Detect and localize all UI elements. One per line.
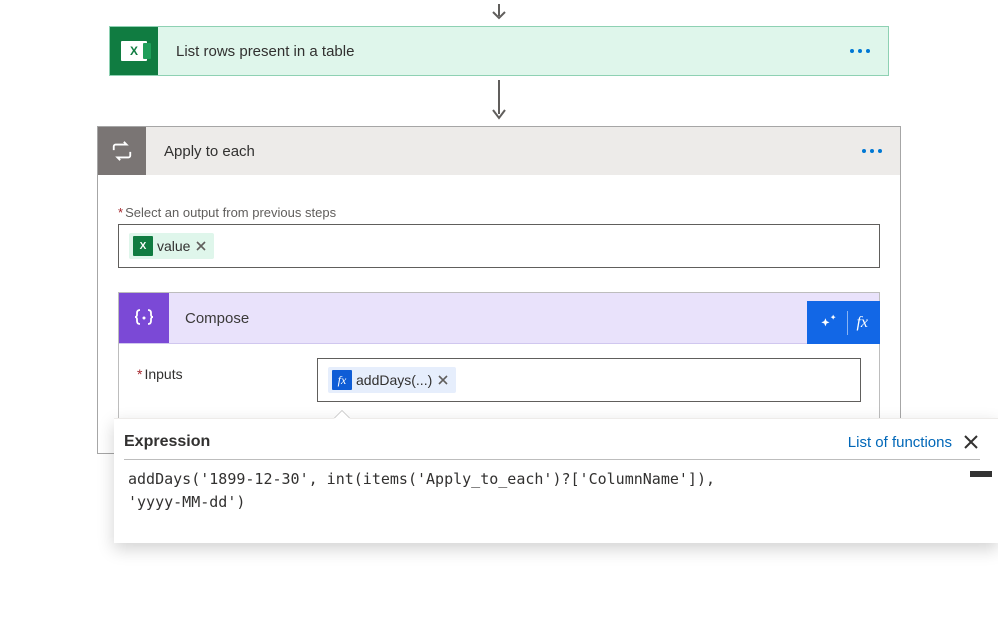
- fx-icon: fx: [332, 370, 352, 390]
- token-fx-adddays[interactable]: fx addDays(...): [328, 367, 456, 393]
- compose-inputs-field[interactable]: fx addDays(...): [317, 358, 861, 402]
- compose-title: Compose: [169, 310, 879, 327]
- ai-fx-toolbar[interactable]: fx: [807, 301, 880, 344]
- expression-code-input[interactable]: addDays('1899-12-30', int(items('Apply_t…: [124, 460, 980, 513]
- divider: [847, 311, 848, 335]
- excel-action-title: List rows present in a table: [158, 43, 888, 60]
- foreach-card-menu[interactable]: [862, 149, 882, 153]
- popover-caret-icon: [334, 411, 350, 419]
- excel-icon: X: [133, 236, 153, 256]
- sparkle-icon: [819, 313, 839, 333]
- fx-icon: fx: [856, 314, 868, 332]
- foreach-output-label: *Select an output from previous steps: [118, 205, 880, 220]
- ellipsis-icon: [862, 149, 882, 153]
- loop-icon: [98, 127, 146, 175]
- token-remove-button[interactable]: [436, 373, 450, 387]
- expression-editor-popover: Expression List of functions addDays('18…: [114, 418, 998, 543]
- excel-card-menu[interactable]: [850, 49, 870, 53]
- ellipsis-icon: [850, 49, 870, 53]
- apply-to-each-card[interactable]: Apply to each *Select an output from pre…: [97, 126, 901, 454]
- token-excel-value[interactable]: X value: [129, 233, 214, 259]
- scroll-indicator: [978, 471, 992, 549]
- list-of-functions-link[interactable]: List of functions: [848, 434, 952, 451]
- flow-arrow-icon: [490, 2, 508, 22]
- excel-icon: X: [110, 27, 158, 75]
- compose-card[interactable]: Compose fx *Inputs fx addDays(...): [118, 292, 880, 421]
- compose-inputs-label: *Inputs: [137, 358, 317, 382]
- foreach-output-input[interactable]: X value: [118, 224, 880, 268]
- foreach-title: Apply to each: [146, 143, 900, 160]
- close-icon: [962, 433, 980, 451]
- close-button[interactable]: [962, 433, 980, 451]
- token-remove-button[interactable]: [194, 239, 208, 253]
- expression-tab[interactable]: Expression: [124, 433, 210, 451]
- excel-list-rows-card[interactable]: X List rows present in a table: [109, 26, 889, 76]
- compose-curly-icon: [119, 293, 169, 343]
- flow-arrow-icon: [490, 78, 508, 122]
